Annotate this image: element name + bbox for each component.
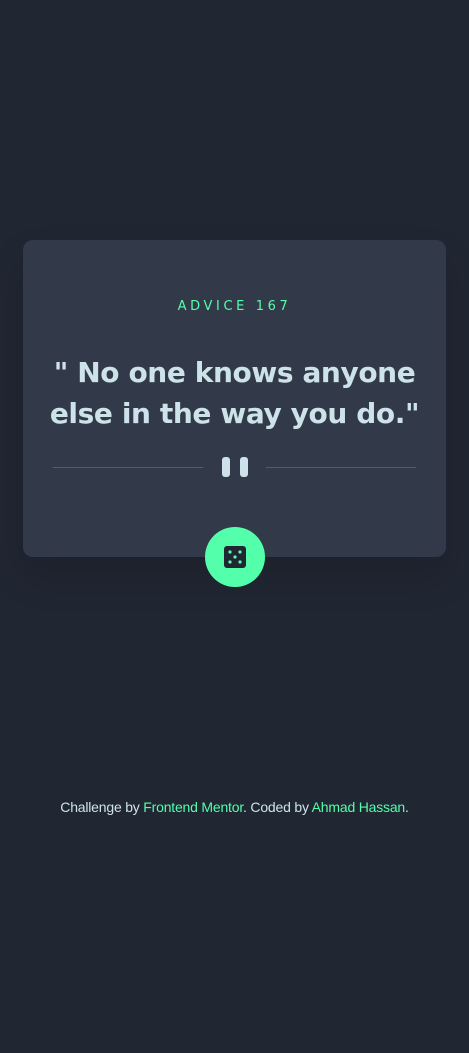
advice-card: ADVICE 167 " No one knows anyone else in…	[23, 240, 446, 557]
divider-line-left	[53, 467, 203, 468]
advice-label: ADVICE 167	[177, 299, 292, 314]
footer-middle: . Coded by	[243, 799, 312, 815]
dice-icon	[224, 546, 246, 568]
footer-prefix: Challenge by	[60, 799, 144, 815]
divider-line-right	[266, 467, 416, 468]
pause-bar-left	[221, 457, 230, 477]
pause-bar-right	[239, 457, 248, 477]
pattern-divider	[53, 456, 416, 478]
new-advice-button[interactable]	[205, 527, 265, 587]
pause-icon	[221, 457, 248, 477]
advice-quote: " No one knows anyone else in the way yo…	[49, 356, 420, 430]
frontend-mentor-link[interactable]: Frontend Mentor	[143, 799, 243, 815]
author-link[interactable]: Ahmad Hassan	[312, 799, 406, 815]
attribution-footer: Challenge by Frontend Mentor. Coded by A…	[0, 798, 469, 816]
footer-suffix: .	[405, 799, 409, 815]
